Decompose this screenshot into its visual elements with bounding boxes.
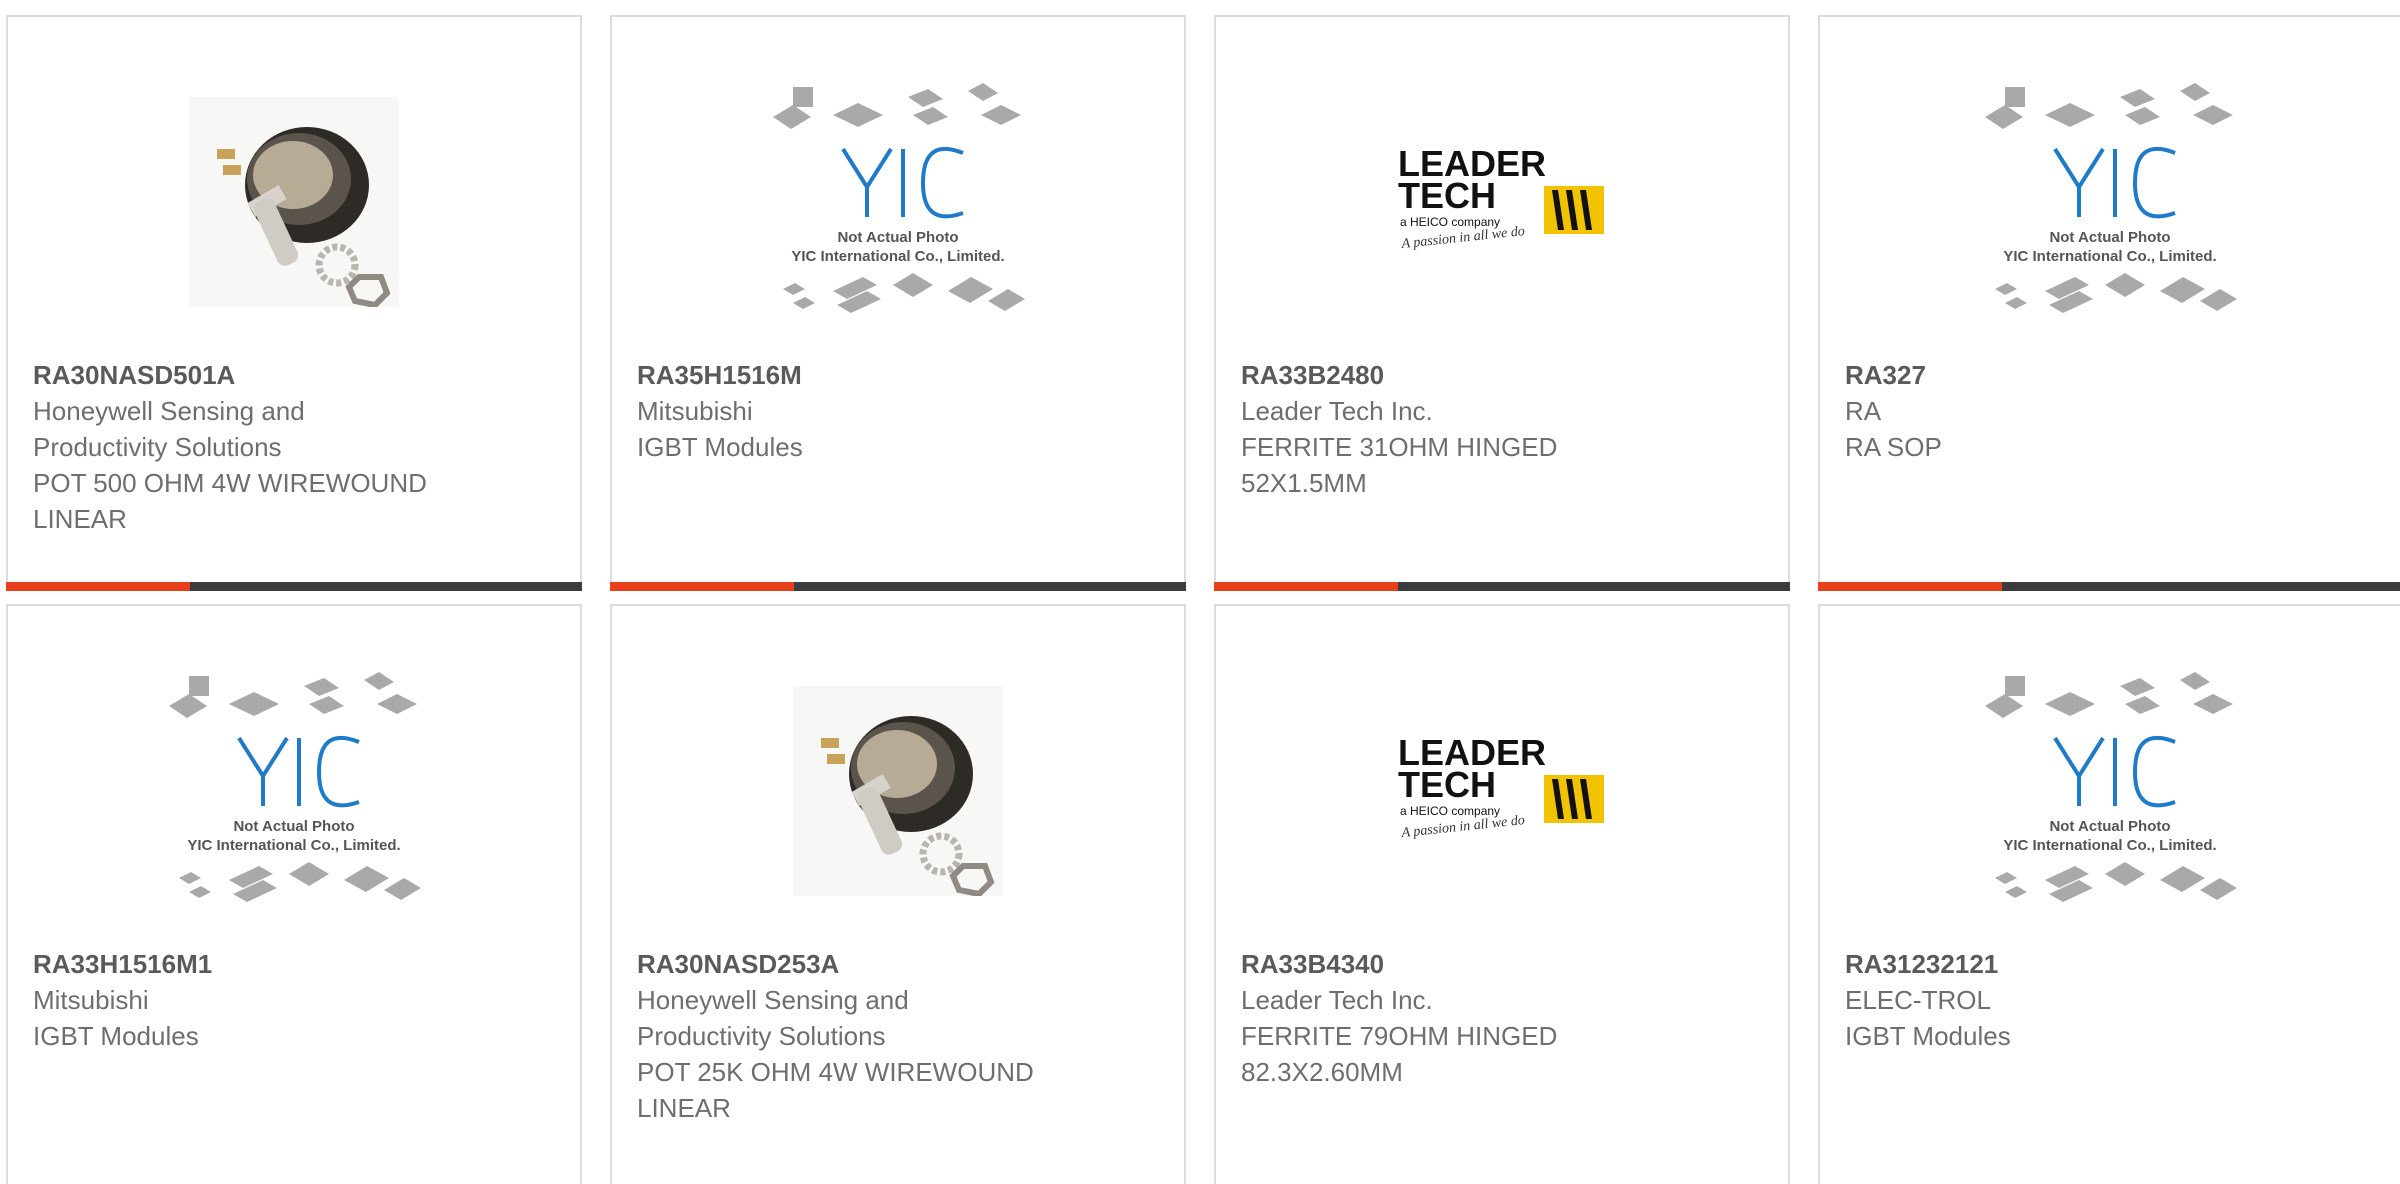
leader-tech-line2: TECH — [1398, 175, 1496, 216]
yic-placeholder-image: Not Actual Photo YIC International Co., … — [1960, 666, 2260, 916]
yic-placeholder-image: Not Actual Photo YIC International Co., … — [748, 77, 1048, 327]
manufacturer: Honeywell Sensing and Productivity Solut… — [33, 396, 305, 462]
manufacturer: ELEC-TROL — [1845, 985, 1991, 1015]
description: IGBT Modules — [637, 432, 803, 462]
description: FERRITE 31OHM HINGED 52X1.5MM — [1241, 432, 1558, 498]
description: IGBT Modules — [1845, 1021, 2011, 1051]
placeholder-caption-2: YIC International Co., Limited. — [2003, 837, 2216, 854]
description: POT 500 OHM 4W WIREWOUND LINEAR — [33, 468, 427, 534]
part-number[interactable]: RA327 — [1845, 357, 2245, 393]
placeholder-caption-2: YIC International Co., Limited. — [791, 248, 1004, 265]
card-accent-bar — [1818, 582, 2002, 591]
description: POT 25K OHM 4W WIREWOUND LINEAR — [637, 1057, 1034, 1123]
manufacturer: Leader Tech Inc. — [1241, 396, 1433, 426]
yic-placeholder-image: Not Actual Photo YIC International Co., … — [1960, 77, 2260, 327]
product-card[interactable]: LEADER TECH a HEICO company A passion in… — [1214, 604, 1790, 1184]
placeholder-caption-2: YIC International Co., Limited. — [187, 837, 400, 854]
part-number[interactable]: RA31232121 — [1845, 946, 2245, 982]
manufacturer: RA — [1845, 396, 1882, 426]
potentiometer-image — [144, 77, 444, 327]
yic-placeholder-image: Not Actual Photo YIC International Co., … — [144, 666, 444, 916]
card-bottom-bar — [1818, 582, 2400, 591]
manufacturer: Leader Tech Inc. — [1241, 985, 1433, 1015]
part-number[interactable]: RA33H1516M1 — [33, 946, 433, 982]
product-card[interactable]: Not Actual Photo YIC International Co., … — [6, 604, 582, 1184]
card-bottom-bar — [610, 582, 1186, 591]
product-card[interactable]: LEADER TECH a HEICO company A passion in… — [1214, 15, 1790, 591]
placeholder-caption-1: Not Actual Photo — [2049, 229, 2170, 246]
part-number[interactable]: RA33B4340 — [1241, 946, 1641, 982]
product-card[interactable]: RA30NASD253A Honeywell Sensing and Produ… — [610, 604, 1186, 1184]
leader-tech-tagline: a HEICO company — [1400, 804, 1500, 818]
leader-tech-line2: TECH — [1398, 764, 1496, 805]
part-number[interactable]: RA35H1516M — [637, 357, 1037, 393]
product-card[interactable]: Not Actual Photo YIC International Co., … — [1818, 15, 2400, 591]
placeholder-caption-1: Not Actual Photo — [837, 229, 958, 246]
description: RA SOP — [1845, 432, 1942, 462]
potentiometer-image — [748, 666, 1048, 916]
placeholder-caption-2: YIC International Co., Limited. — [2003, 248, 2216, 265]
card-accent-bar — [6, 582, 190, 591]
placeholder-caption-1: Not Actual Photo — [233, 818, 354, 835]
part-number[interactable]: RA30NASD253A — [637, 946, 1037, 982]
product-card[interactable]: Not Actual Photo YIC International Co., … — [610, 15, 1186, 591]
card-accent-bar — [1214, 582, 1398, 591]
manufacturer: Mitsubishi — [637, 396, 753, 426]
manufacturer: Mitsubishi — [33, 985, 149, 1015]
description: IGBT Modules — [33, 1021, 199, 1051]
card-bottom-bar — [6, 582, 582, 591]
leader-tech-tagline: a HEICO company — [1400, 215, 1500, 229]
card-bottom-bar — [1214, 582, 1790, 591]
product-card[interactable]: Not Actual Photo YIC International Co., … — [1818, 604, 2400, 1184]
manufacturer: Honeywell Sensing and Productivity Solut… — [637, 985, 909, 1051]
leader-tech-logo: LEADER TECH a HEICO company A passion in… — [1352, 77, 1652, 327]
card-accent-bar — [610, 582, 794, 591]
part-number[interactable]: RA33B2480 — [1241, 357, 1641, 393]
part-number[interactable]: RA30NASD501A — [33, 357, 433, 393]
leader-tech-logo: LEADER TECH a HEICO company A passion in… — [1352, 666, 1652, 916]
product-card[interactable]: RA30NASD501A Honeywell Sensing and Produ… — [6, 15, 582, 591]
placeholder-caption-1: Not Actual Photo — [2049, 818, 2170, 835]
description: FERRITE 79OHM HINGED 82.3X2.60MM — [1241, 1021, 1558, 1087]
